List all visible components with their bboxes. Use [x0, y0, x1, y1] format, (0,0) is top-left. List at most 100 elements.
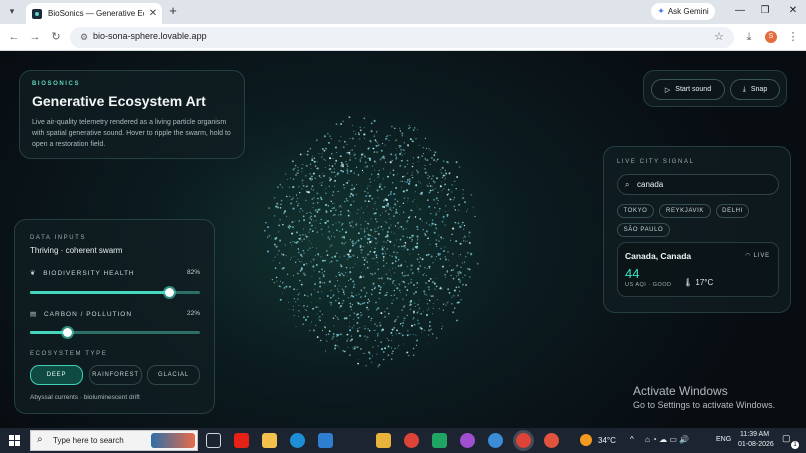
swarm-particle	[383, 241, 385, 243]
page-title: Generative Ecosystem Art	[32, 93, 206, 109]
swarm-particle	[395, 319, 397, 321]
swarm-particle	[313, 160, 316, 163]
page-canvas[interactable]: BIOSONICS Generative Ecosystem Art Live …	[0, 51, 806, 428]
chrome-icon[interactable]	[404, 433, 419, 448]
language-indicator[interactable]: ENG	[716, 436, 731, 443]
carbon-slider[interactable]	[30, 328, 200, 337]
swarm-particle	[357, 330, 359, 332]
chrome-active-icon[interactable]	[516, 433, 531, 448]
swarm-particle	[368, 237, 371, 240]
ecosystem-rainforest-button[interactable]: RAINFOREST	[89, 365, 142, 385]
biodiversity-slider[interactable]	[30, 288, 200, 297]
mail-icon[interactable]	[318, 433, 333, 448]
swarm-particle	[390, 274, 392, 277]
swarm-particle	[336, 344, 339, 347]
tab-close-icon[interactable]: ✕	[148, 8, 158, 19]
start-windows-icon[interactable]	[9, 435, 20, 446]
edge-icon[interactable]	[290, 433, 305, 448]
city-chip-sao-paulo[interactable]: SÃO PAULO	[617, 223, 670, 237]
swarm-particle	[423, 290, 426, 293]
swarm-particle	[289, 258, 292, 261]
city-chip-tokyo[interactable]: TOKYO	[617, 204, 654, 218]
swarm-particle	[310, 302, 312, 303]
url-text[interactable]: bio-sona-sphere.lovable.app	[93, 31, 207, 41]
weather-sun-icon[interactable]	[580, 434, 592, 446]
swarm-particle	[357, 232, 360, 235]
swarm-particle	[389, 277, 392, 281]
ecosystem-deep-button[interactable]: DEEP	[30, 365, 83, 385]
bookmark-star-icon[interactable]: ☆	[714, 30, 724, 43]
swarm-particle	[458, 255, 460, 257]
profile-avatar[interactable]: S	[765, 31, 777, 43]
swarm-particle	[344, 140, 346, 143]
weather-temperature[interactable]: 34°C	[598, 436, 616, 445]
swarm-particle	[457, 222, 460, 225]
swarm-particle	[332, 317, 335, 319]
city-search-input[interactable]: ⌕ canada	[617, 174, 779, 195]
swarm-particle	[328, 142, 330, 144]
swarm-particle	[416, 245, 419, 248]
swarm-particle	[464, 236, 466, 238]
swarm-particle	[341, 222, 344, 225]
ask-gemini-button[interactable]: ✦ Ask Gemini	[651, 3, 715, 20]
swarm-particle	[316, 247, 318, 249]
swarm-particle	[412, 129, 415, 131]
swarm-particle	[380, 225, 383, 228]
swarm-particle	[437, 200, 439, 202]
tray-chevron-icon[interactable]: ^	[630, 435, 634, 444]
reload-icon[interactable]: ↻	[49, 30, 63, 44]
task-view-icon[interactable]	[206, 433, 221, 448]
youtube-icon[interactable]	[234, 433, 249, 448]
swarm-particle	[391, 302, 393, 304]
clock-date[interactable]: 01-08-2026	[738, 441, 774, 448]
city-chip-reykjavik[interactable]: REYKJAVIK	[659, 204, 711, 218]
taskbar-search-box[interactable]: ⌕ Type here to search	[30, 430, 198, 451]
taskbar-search-placeholder[interactable]: Type here to search	[53, 436, 124, 445]
snap-button[interactable]: ⤓ Snap	[730, 79, 780, 100]
site-info-icon[interactable]: ⚙	[78, 31, 90, 43]
notifications-icon[interactable]: ▢	[782, 433, 791, 444]
swarm-particle	[398, 332, 401, 335]
meet-icon[interactable]	[432, 433, 447, 448]
swarm-particle	[452, 227, 455, 230]
swarm-particle	[321, 147, 324, 151]
swarm-particle	[402, 274, 404, 276]
new-tab-button[interactable]: +	[166, 4, 180, 18]
swarm-particle	[369, 181, 372, 183]
swarm-particle	[382, 212, 383, 214]
restore-button[interactable]: ❐	[758, 4, 772, 18]
swarm-particle	[297, 316, 300, 318]
chrome-profile-icon[interactable]	[488, 433, 503, 448]
minimize-button[interactable]: —	[733, 4, 747, 18]
back-arrow-icon[interactable]: ←	[7, 30, 21, 44]
city-chip-delhi[interactable]: DELHI	[716, 204, 749, 218]
swarm-particle	[377, 365, 380, 368]
swarm-particle	[391, 352, 393, 355]
swarm-particle	[333, 325, 335, 327]
tray-apps-icons[interactable]: ⌂ ◔ ☁ ▭ 🔊	[645, 435, 689, 444]
carbon-slider-thumb[interactable]	[62, 328, 72, 337]
browser-menu-icon[interactable]: ⋮	[786, 30, 800, 44]
forward-arrow-icon[interactable]: →	[28, 30, 42, 44]
swarm-particle	[433, 223, 436, 225]
omnibox[interactable]: ⚙ bio-sona-sphere.lovable.app ☆	[70, 27, 734, 48]
active-tab[interactable]: BioSonics — Generative Ecosystem Art ✕	[26, 3, 162, 24]
swarm-particle	[374, 230, 377, 233]
start-sound-button[interactable]: ▷ Start sound	[651, 79, 725, 100]
activate-windows-title: Activate Windows	[633, 384, 728, 398]
swarm-particle	[447, 251, 449, 253]
clock-time[interactable]: 11:39 AM	[740, 431, 769, 438]
swarm-particle	[330, 296, 332, 299]
close-window-button[interactable]: ✕	[786, 4, 800, 18]
swarm-particle	[442, 303, 445, 305]
chrome-profile-icon[interactable]	[544, 433, 559, 448]
city-search-value[interactable]: canada	[637, 180, 663, 189]
file-explorer-icon[interactable]	[376, 433, 391, 448]
downloads-icon[interactable]: ⤓	[742, 30, 756, 44]
chrome-profile-icon[interactable]	[460, 433, 475, 448]
microsoft-store-icon[interactable]	[262, 433, 277, 448]
tab-search-icon[interactable]: ▾	[6, 5, 18, 17]
ecosystem-glacial-button[interactable]: GLACIAL	[147, 365, 200, 385]
biodiversity-slider-thumb[interactable]	[164, 288, 174, 297]
swarm-particle	[295, 194, 298, 196]
